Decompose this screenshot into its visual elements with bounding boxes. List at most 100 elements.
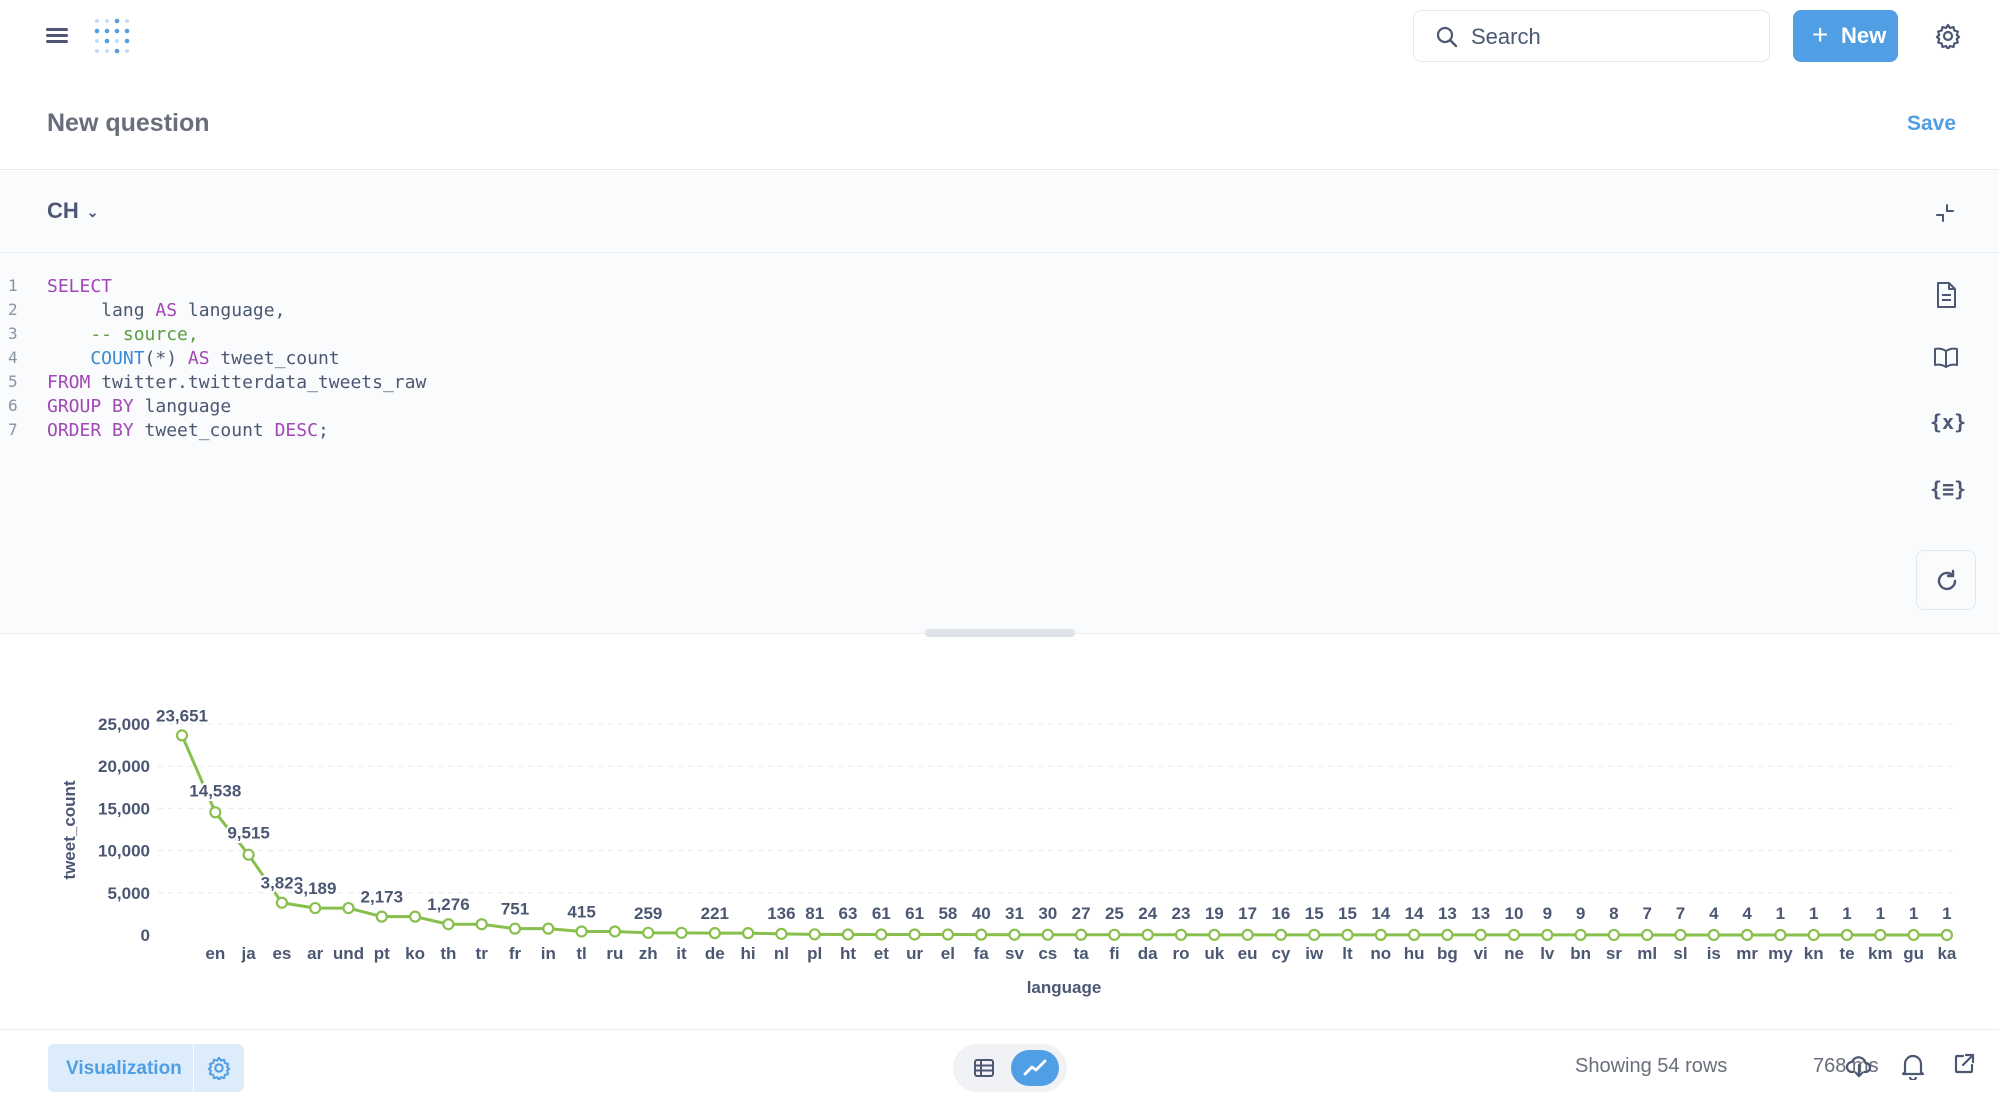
x-tick-label: en: [205, 944, 225, 963]
data-label: 19: [1205, 904, 1224, 923]
code-text: SELECT: [47, 276, 113, 297]
y-axis-label: tweet_count: [60, 780, 79, 880]
data-point: [1907, 928, 1920, 942]
x-tick-label: ne: [1504, 944, 1524, 963]
x-tick-label: ml: [1637, 944, 1657, 963]
data-label: 16: [1271, 904, 1290, 923]
data-point: [242, 848, 255, 861]
data-label: 2,173: [361, 888, 404, 907]
x-tick-label: sl: [1673, 944, 1687, 963]
download-icon[interactable]: [1845, 1052, 1873, 1080]
variables-icon[interactable]: {x}: [1930, 406, 1966, 438]
page-title[interactable]: New question: [47, 109, 210, 138]
data-point: [642, 926, 655, 939]
data-label: 4: [1742, 904, 1752, 923]
data-label: 221: [701, 904, 729, 923]
data-label: 40: [972, 904, 991, 923]
data-point: [1208, 928, 1221, 941]
data-label: 9: [1576, 904, 1585, 923]
save-button[interactable]: Save: [1907, 112, 1956, 136]
menu-icon[interactable]: [46, 25, 68, 45]
view-toggle: [953, 1044, 1067, 1092]
data-point: [675, 926, 688, 939]
x-tick-label: ro: [1173, 944, 1190, 963]
visualization-button[interactable]: Visualization: [48, 1044, 244, 1092]
external-link-icon[interactable]: [1952, 1052, 1976, 1076]
logo-icon[interactable]: [90, 14, 134, 58]
data-point: [1807, 928, 1820, 942]
search-input[interactable]: [1471, 23, 1751, 51]
data-point: [1840, 928, 1854, 942]
data-point: [608, 925, 622, 938]
data-point: [1707, 928, 1720, 942]
data-label: 23: [1172, 904, 1191, 923]
book-icon[interactable]: [1930, 342, 1962, 374]
data-label: 8: [1609, 904, 1618, 923]
x-tick-label: kn: [1804, 944, 1824, 963]
database-picker[interactable]: CH ⌄: [47, 198, 99, 224]
data-point: [1274, 928, 1288, 941]
run-query-button[interactable]: [1916, 550, 1976, 610]
data-point: [1607, 928, 1621, 942]
data-label: 63: [839, 904, 858, 923]
x-tick-label: ko: [405, 944, 425, 963]
data-label: 81: [805, 904, 824, 923]
line-chart-icon: [1023, 1059, 1047, 1076]
data-point: [875, 928, 888, 941]
x-tick-label: lv: [1540, 944, 1555, 963]
data-label: 17: [1238, 904, 1257, 923]
data-label: 415: [567, 902, 595, 921]
data-point: [1940, 928, 1954, 942]
document-icon[interactable]: [1930, 279, 1962, 311]
chart-view-button[interactable]: [1011, 1050, 1059, 1086]
x-tick-label: hu: [1404, 944, 1425, 963]
gear-icon[interactable]: [1935, 23, 1961, 49]
footer-bar: Visualization Showing 54 rows 768 ms: [0, 1029, 1999, 1103]
data-label: 61: [872, 904, 891, 923]
x-axis-label: language: [1027, 978, 1102, 997]
gear-icon[interactable]: [207, 1056, 231, 1080]
data-point: [375, 910, 388, 923]
x-tick-label: fi: [1109, 944, 1119, 963]
data-label: 13: [1471, 904, 1490, 923]
top-nav: + New: [0, 0, 1999, 72]
x-tick-label: pl: [807, 944, 822, 963]
sql-editor[interactable]: 1 SELECT 2 lang AS language, 3 -- source, 4 …: [0, 253, 1999, 634]
snippets-icon[interactable]: {≡}: [1930, 473, 1966, 505]
x-tick-label: de: [705, 944, 725, 963]
x-tick-label: sv: [1005, 944, 1024, 963]
data-point: [1074, 928, 1088, 941]
search-box[interactable]: [1413, 10, 1770, 62]
x-tick-label: iw: [1305, 944, 1324, 963]
data-point: [409, 910, 422, 923]
data-point: [1507, 928, 1521, 942]
data-point: [1108, 928, 1121, 941]
code-text: FROM twitter.twitterdata_tweets_raw: [47, 372, 427, 393]
x-tick-label: ht: [840, 944, 856, 963]
data-point: [1041, 928, 1054, 941]
x-tick-label: my: [1768, 944, 1793, 963]
code-text: COUNT(*) AS tweet_count: [47, 348, 340, 369]
x-tick-label: da: [1138, 944, 1158, 963]
data-point: [342, 901, 355, 915]
x-tick-label: km: [1868, 944, 1893, 963]
x-tick-label: el: [941, 944, 955, 963]
data-label: 1: [1776, 904, 1785, 923]
new-button[interactable]: + New: [1793, 10, 1898, 62]
data-label: 30: [1038, 904, 1057, 923]
data-point: [841, 928, 855, 941]
data-point: [808, 928, 821, 941]
table-icon[interactable]: [973, 1057, 995, 1079]
collapse-icon[interactable]: [1933, 201, 1957, 225]
resize-handle[interactable]: [925, 629, 1075, 637]
data-point: [1474, 928, 1487, 941]
data-label: 15: [1338, 904, 1357, 923]
data-point: [309, 901, 322, 915]
bell-icon[interactable]: [1900, 1052, 1926, 1080]
data-point: [775, 927, 788, 940]
data-label: 1: [1842, 904, 1851, 923]
x-tick-label: es: [272, 944, 291, 963]
data-label: 14,538: [189, 781, 241, 800]
x-tick-label: bn: [1570, 944, 1591, 963]
data-point: [1574, 928, 1587, 942]
